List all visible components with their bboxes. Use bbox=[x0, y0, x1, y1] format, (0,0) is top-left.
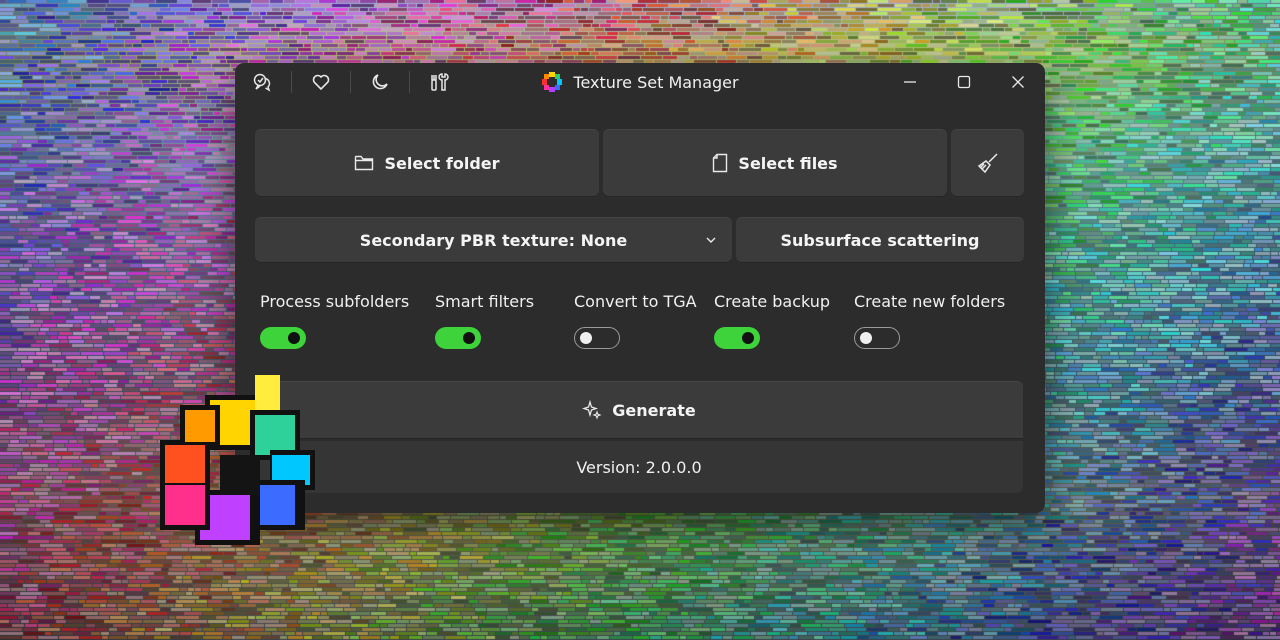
toggle-knob bbox=[860, 331, 872, 344]
sparkle-icon bbox=[582, 400, 602, 420]
select-files-label: Select files bbox=[738, 153, 838, 173]
chevron-down-icon bbox=[706, 237, 716, 243]
select-files-button[interactable]: Select files bbox=[603, 129, 947, 197]
select-folder-button[interactable]: Select folder bbox=[255, 129, 599, 197]
toggle-label-process-subfolders: Process subfolders bbox=[260, 292, 410, 311]
toggle-label-create-new-folders: Create new folders bbox=[854, 292, 1006, 311]
version-text: Version: 2.0.0.0 bbox=[576, 457, 702, 477]
app-title-text: Texture Set Manager bbox=[573, 72, 739, 92]
cog-logo-art bbox=[160, 375, 315, 545]
toolbar-separator bbox=[350, 71, 351, 93]
folder-icon bbox=[355, 155, 374, 171]
version-footer: Version: 2.0.0.0 bbox=[255, 441, 1023, 493]
rainbow-cog-icon bbox=[542, 72, 563, 92]
tools-icon[interactable] bbox=[422, 68, 456, 96]
maximize-icon[interactable] bbox=[937, 63, 991, 101]
file-icon bbox=[713, 153, 728, 173]
chat-bubbles-icon[interactable] bbox=[245, 68, 279, 96]
toolbar-separator bbox=[291, 71, 292, 93]
create-backup-toggle[interactable] bbox=[714, 327, 760, 349]
toggle-knob bbox=[580, 331, 592, 344]
toggle-label-create-backup: Create backup bbox=[714, 292, 831, 311]
window-controls bbox=[883, 63, 1045, 101]
broom-icon bbox=[977, 153, 998, 174]
smart-filters-toggle[interactable] bbox=[435, 327, 481, 349]
app-window: Texture Set Manager Select folder Select… bbox=[235, 63, 1045, 513]
secondary-pbr-label: Secondary PBR texture: None bbox=[359, 230, 628, 250]
toggle-knob bbox=[288, 332, 300, 344]
heart-icon[interactable] bbox=[304, 68, 338, 96]
toggle-label-smart-filters: Smart filters bbox=[435, 292, 535, 311]
title-toolbar bbox=[245, 68, 456, 96]
convert-tga-toggle[interactable] bbox=[574, 327, 620, 349]
moon-icon[interactable] bbox=[363, 68, 397, 96]
process-subfolders-toggle[interactable] bbox=[260, 327, 306, 349]
clear-button[interactable] bbox=[951, 129, 1024, 197]
subsurface-scattering-button[interactable]: Subsurface scattering bbox=[736, 217, 1024, 263]
toolbar-separator bbox=[409, 71, 410, 93]
toggle-knob bbox=[463, 332, 475, 344]
select-folder-label: Select folder bbox=[384, 153, 500, 173]
generate-label: Generate bbox=[612, 400, 696, 420]
generate-button[interactable]: Generate bbox=[255, 381, 1023, 439]
toggle-label-convert-tga: Convert to TGA bbox=[574, 292, 697, 311]
secondary-pbr-dropdown[interactable]: Secondary PBR texture: None bbox=[255, 217, 732, 263]
toggle-knob bbox=[742, 332, 754, 344]
pixel-rainbow-cog-logo bbox=[160, 375, 315, 545]
close-icon[interactable] bbox=[991, 63, 1045, 101]
subsurface-label: Subsurface scattering bbox=[780, 230, 980, 250]
minimize-icon[interactable] bbox=[883, 63, 937, 101]
title-bar: Texture Set Manager bbox=[235, 63, 1045, 101]
create-new-folders-toggle[interactable] bbox=[854, 327, 900, 349]
